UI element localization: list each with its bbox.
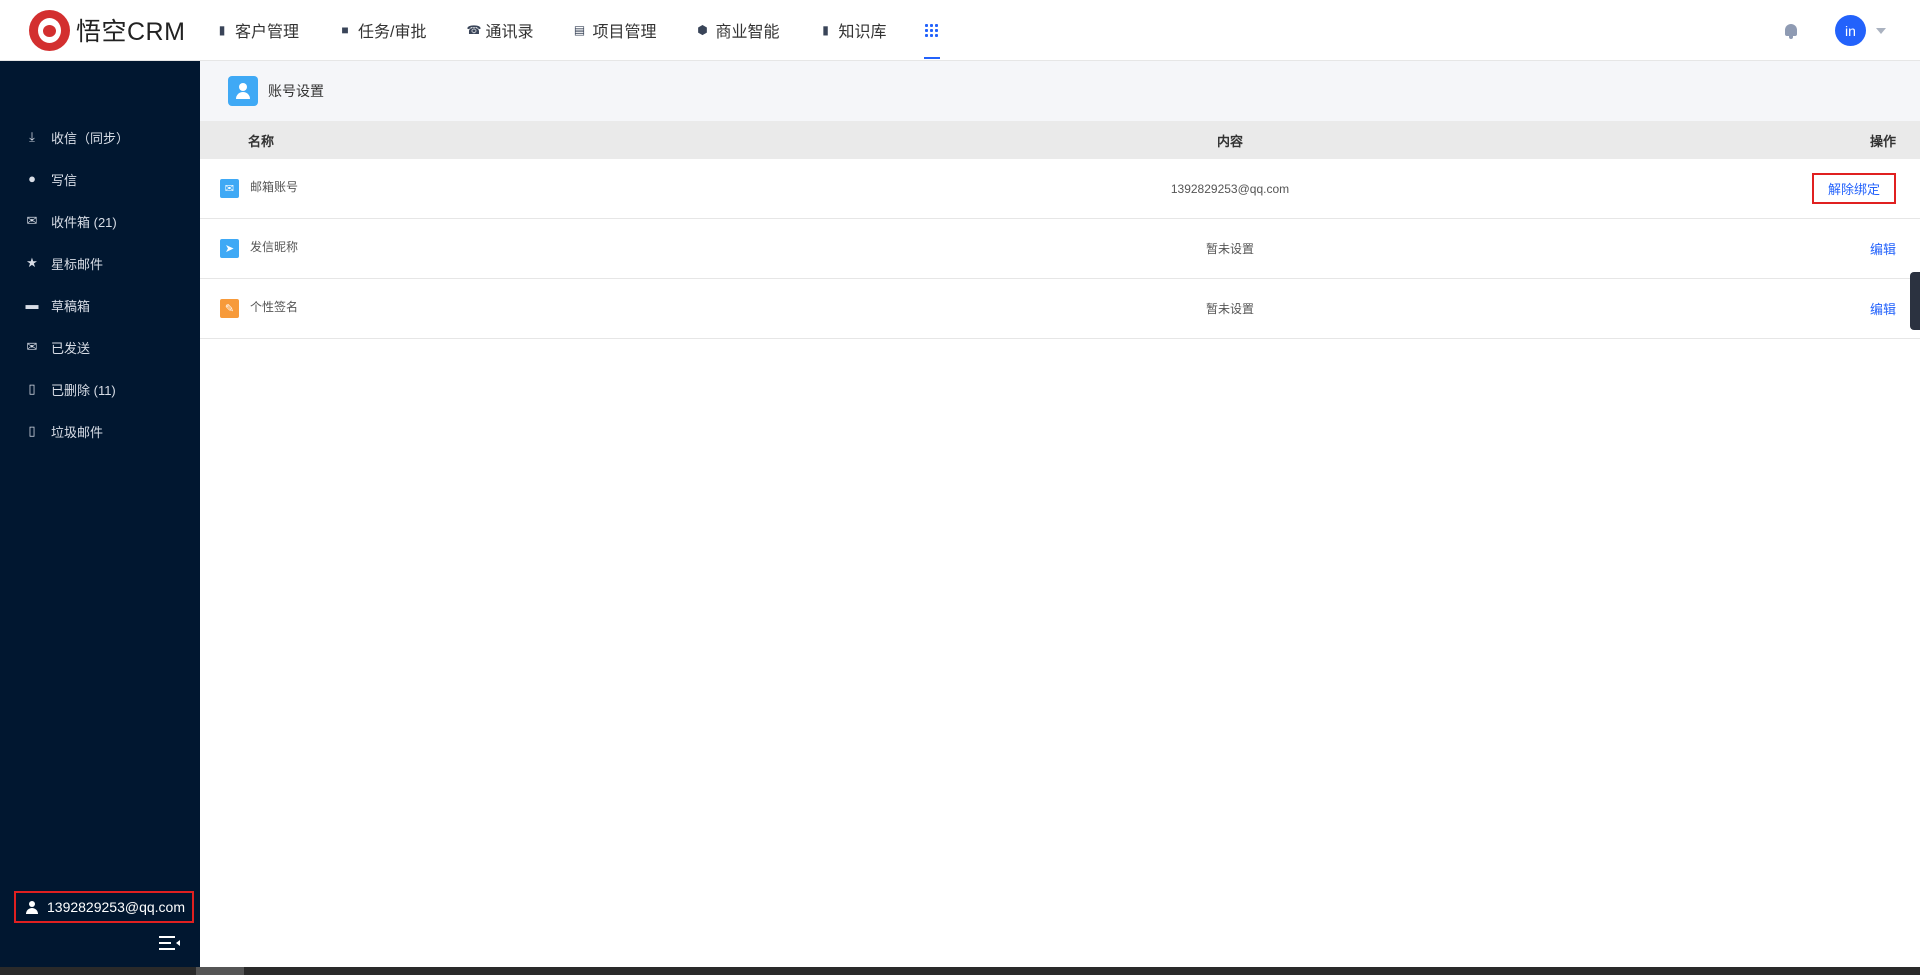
page-header: 账号设置 <box>200 61 1920 121</box>
row-content: 暂未设置 <box>1205 242 1254 256</box>
sidebar-item-label: 星标邮件 <box>51 256 104 272</box>
compass-icon: ● <box>28 171 36 186</box>
main-nav: ▮ 客户管理 ■ 任务/审批 ☎ 通讯录 ▤ 项目管理 ⬢ 商业智能 ▮ 知识库 <box>216 0 940 61</box>
table-row-email-account: ✉ 邮箱账号 1392829253@qq.com 解除绑定 <box>200 159 1920 219</box>
account-settings-panel: 账号设置 名称 内容 操作 ✉ 邮箱账号 1392829253@qq.com 解… <box>200 61 1920 967</box>
archive-icon: ▬ <box>25 297 39 312</box>
sidebar-item-drafts[interactable]: ▬ 草稿箱 <box>0 284 200 326</box>
row-name: 邮箱账号 <box>250 180 299 194</box>
page-title: 账号设置 <box>268 83 324 99</box>
sidebar-item-starred[interactable]: ★ 星标邮件 <box>0 242 200 284</box>
envelope-icon: ✉ <box>26 213 38 228</box>
nav-label: 商业智能 <box>715 24 780 41</box>
column-header-name: 名称 <box>248 133 275 149</box>
nav-business-intelligence[interactable]: ⬢ 商业智能 <box>697 0 780 61</box>
row-content: 1392829253@qq.com <box>1170 181 1290 196</box>
user-icon <box>26 900 38 914</box>
sidebar-item-label: 垃圾邮件 <box>51 424 104 440</box>
header-actions: in <box>1782 0 1886 61</box>
nav-label: 客户管理 <box>235 24 300 41</box>
avatar[interactable]: in <box>1835 15 1866 46</box>
download-icon: ⤓ <box>29 129 35 144</box>
nav-label: 项目管理 <box>592 24 657 41</box>
cube-icon: ⬢ <box>697 22 708 37</box>
nav-project-management[interactable]: ▤ 项目管理 <box>573 0 657 61</box>
sidebar-item-inbox[interactable]: ✉ 收件箱 (21) <box>0 200 200 242</box>
sidebar-item-label: 草稿箱 <box>51 298 91 314</box>
nav-label: 任务/审批 <box>358 24 427 41</box>
column-header-content: 内容 <box>1216 133 1243 149</box>
star-icon: ★ <box>26 255 38 270</box>
row-action-cell: 解除绑定 <box>1800 173 1920 204</box>
sidebar-item-label: 收信（同步） <box>51 130 130 146</box>
sidebar-item-spam[interactable]: ▯ 垃圾邮件 <box>0 410 200 452</box>
table-header: 名称 内容 操作 <box>200 121 1920 159</box>
book-icon: ▮ <box>822 22 829 37</box>
briefcase-icon: ■ <box>341 22 349 37</box>
kanban-icon: ▤ <box>573 22 586 37</box>
envelope-icon: ✉ <box>26 339 38 354</box>
monkey-logo-icon <box>29 9 70 51</box>
taskbar-segment <box>196 967 244 975</box>
sidebar-item-compose[interactable]: ● 写信 <box>0 158 200 200</box>
row-name-cell: ✉ 邮箱账号 <box>200 179 660 198</box>
account-switcher[interactable]: 1392829253@qq.com <box>14 891 194 923</box>
trash-icon: ▯ <box>28 381 36 396</box>
logo[interactable]: 悟空CRM <box>29 9 204 51</box>
row-name-cell: ✎ 个性签名 <box>200 299 660 318</box>
column-header-action: 操作 <box>1869 133 1896 149</box>
table-row-sender-nickname: ➤ 发信昵称 暂未设置 编辑 <box>200 219 1920 279</box>
sidebar-item-receive-sync[interactable]: ⤓ 收信（同步） <box>0 116 200 158</box>
logo-text: 悟空CRM <box>76 18 186 46</box>
apps-grid-button[interactable] <box>923 0 940 61</box>
sidebar-item-label: 写信 <box>51 172 78 188</box>
sidebar-item-sent[interactable]: ✉ 已发送 <box>0 326 200 368</box>
nav-tasks-approval[interactable]: ■ 任务/审批 <box>339 0 426 61</box>
collapse-sidebar-icon[interactable] <box>159 936 181 950</box>
bell-icon[interactable] <box>1782 22 1800 40</box>
sidebar-item-label: 已删除 (11) <box>51 382 116 398</box>
user-icon <box>228 76 258 106</box>
mail-menu: ⤓ 收信（同步） ● 写信 ✉ 收件箱 (21) ★ 星标邮件 ▬ 草稿箱 ✉ … <box>0 116 200 452</box>
phone-book-icon: ☎ <box>466 22 482 37</box>
nav-label: 知识库 <box>838 24 887 41</box>
row-name: 个性签名 <box>250 300 299 314</box>
side-drawer-handle[interactable] <box>1910 272 1920 330</box>
sidebar-item-label: 收件箱 (21) <box>51 214 117 230</box>
edit-nickname-button[interactable]: 编辑 <box>1870 242 1896 257</box>
nav-contacts[interactable]: ☎ 通讯录 <box>466 0 533 61</box>
spam-trash-icon: ▯ <box>28 423 36 438</box>
top-header: 悟空CRM ▮ 客户管理 ■ 任务/审批 ☎ 通讯录 ▤ 项目管理 ⬢ 商业智能… <box>0 0 1920 61</box>
building-icon: ▮ <box>218 22 226 37</box>
row-content: 暂未设置 <box>1205 302 1254 316</box>
sidebar-item-label: 已发送 <box>51 340 91 356</box>
nav-knowledge-base[interactable]: ▮ 知识库 <box>820 0 887 61</box>
sidebar-item-deleted[interactable]: ▯ 已删除 (11) <box>0 368 200 410</box>
nav-label: 通讯录 <box>485 24 534 41</box>
row-name-cell: ➤ 发信昵称 <box>200 239 660 258</box>
grid-icon <box>924 23 938 37</box>
mail-icon: ✉ <box>220 179 239 198</box>
chevron-down-icon[interactable] <box>1876 27 1886 34</box>
signature-icon: ✎ <box>220 299 239 318</box>
unbind-button[interactable]: 解除绑定 <box>1811 173 1896 204</box>
row-name: 发信昵称 <box>250 240 299 254</box>
row-action-cell: 编辑 <box>1800 239 1920 258</box>
account-email: 1392829253@qq.com <box>47 899 185 915</box>
send-icon: ➤ <box>220 239 239 258</box>
settings-table: 名称 内容 操作 ✉ 邮箱账号 1392829253@qq.com 解除绑定 ➤… <box>200 121 1920 339</box>
bottom-taskbar <box>0 967 1920 975</box>
row-action-cell: 编辑 <box>1800 299 1920 318</box>
mail-sidebar: ⤓ 收信（同步） ● 写信 ✉ 收件箱 (21) ★ 星标邮件 ▬ 草稿箱 ✉ … <box>0 61 200 975</box>
table-row-signature: ✎ 个性签名 暂未设置 编辑 <box>200 279 1920 339</box>
edit-signature-button[interactable]: 编辑 <box>1870 302 1896 317</box>
nav-customer-management[interactable]: ▮ 客户管理 <box>216 0 299 61</box>
active-indicator <box>923 56 940 59</box>
